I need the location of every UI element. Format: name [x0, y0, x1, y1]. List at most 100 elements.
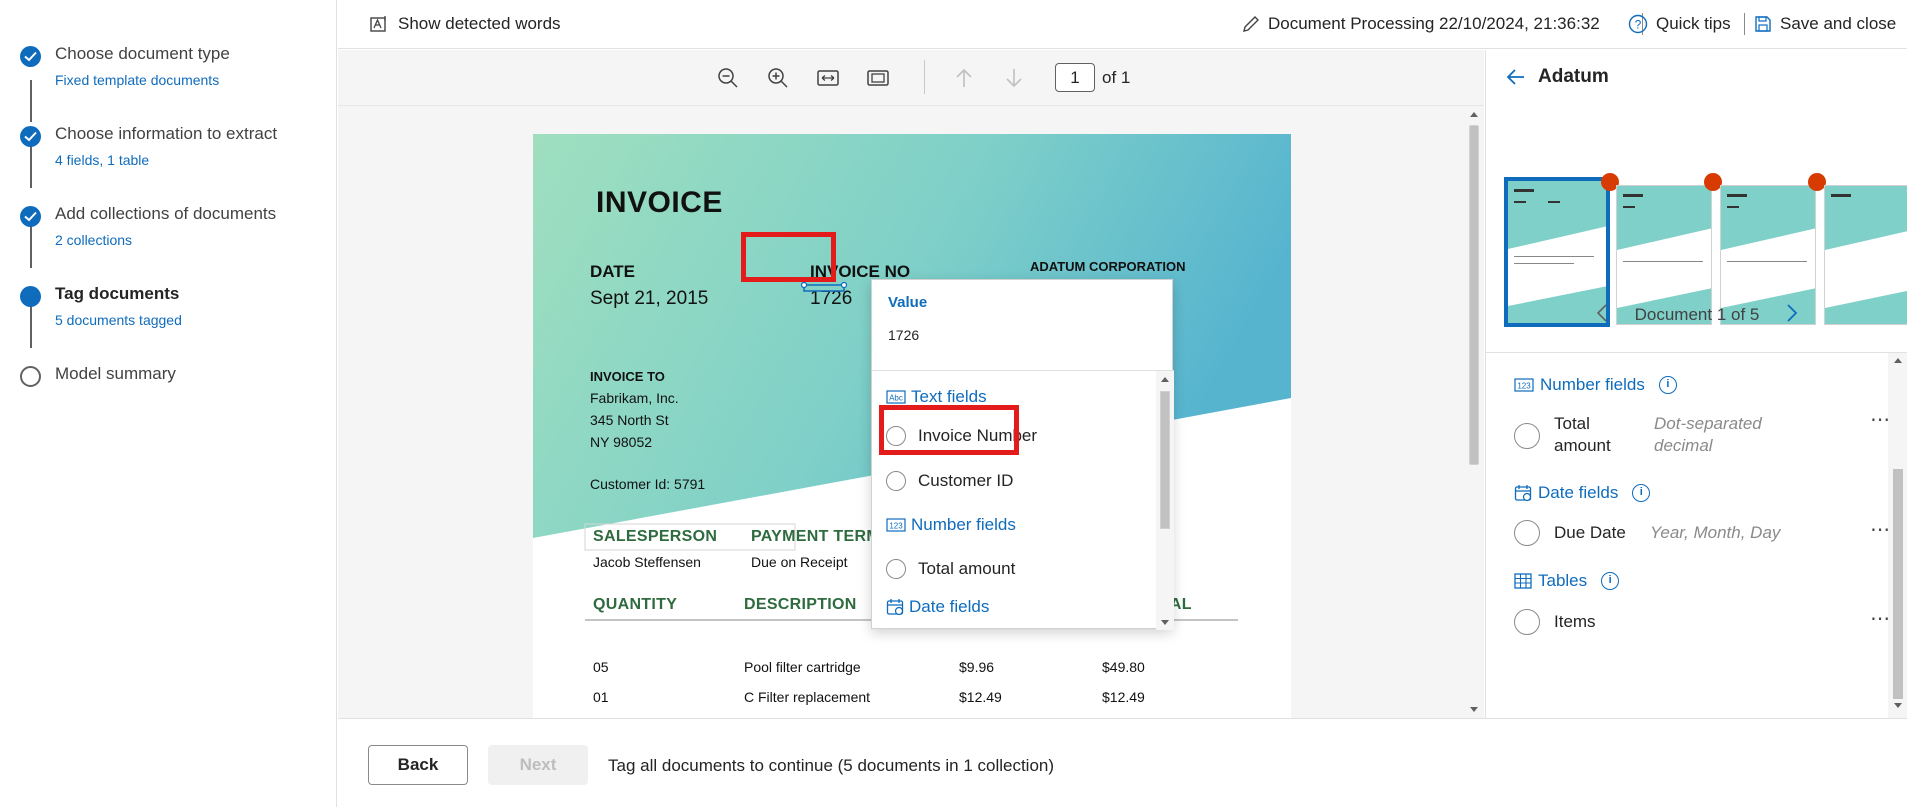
- scrollbar-thumb[interactable]: [1160, 391, 1170, 529]
- footer-bar: Back Next Tag all documents to continue …: [338, 718, 1907, 807]
- zoom-in-button[interactable]: [764, 64, 792, 92]
- info-icon[interactable]: i: [1601, 572, 1620, 590]
- next-button[interactable]: Next: [488, 745, 588, 785]
- arrow-down-icon: [1006, 69, 1022, 88]
- step-title: Tag documents: [55, 284, 180, 303]
- invoice-to-line: 345 North St: [590, 412, 669, 428]
- invoice-title: INVOICE: [596, 186, 723, 219]
- step-subtitle-link[interactable]: 2 collections: [55, 232, 132, 248]
- radio-button[interactable]: [886, 471, 906, 491]
- svg-text:123: 123: [889, 522, 903, 531]
- help-circle-icon: ?: [1628, 14, 1648, 34]
- zoom-out-button[interactable]: [714, 64, 742, 92]
- radio-button[interactable]: [1514, 609, 1540, 635]
- field-hint: Year, Month, Day: [1650, 523, 1781, 542]
- customer-id: Customer Id: 5791: [590, 476, 706, 492]
- quick-tips-label: Quick tips: [1656, 14, 1731, 33]
- fit-width-button[interactable]: [814, 64, 842, 92]
- back-arrow-icon[interactable]: [1506, 68, 1526, 86]
- step-subtitle-link[interactable]: 4 fields, 1 table: [55, 152, 149, 168]
- document-counter: Document 1 of 5: [1634, 305, 1760, 324]
- salesperson-header: SALESPERSON: [593, 528, 718, 545]
- step-subtitle-link[interactable]: 5 documents tagged: [55, 312, 182, 328]
- scroll-down-icon: [1470, 707, 1478, 712]
- info-icon[interactable]: i: [1632, 484, 1651, 502]
- line-item-price: $9.96: [959, 659, 995, 675]
- back-button[interactable]: Back: [368, 745, 468, 785]
- line-item-total: $49.80: [1102, 659, 1145, 675]
- collection-title: Adatum: [1538, 66, 1609, 87]
- viewer-scrollbar[interactable]: [1464, 107, 1484, 718]
- field-list-scrollbar[interactable]: [1888, 353, 1907, 718]
- date-value[interactable]: Sept 21, 2015: [590, 288, 708, 310]
- step-connector: [30, 226, 32, 268]
- date-fields-group: Date fields: [886, 597, 989, 617]
- popup-scrollbar[interactable]: [1156, 371, 1174, 630]
- invoice-number-highlight: [741, 232, 836, 282]
- check-icon: [20, 46, 41, 67]
- scroll-up-icon: [1470, 112, 1478, 117]
- scrollbar-thumb[interactable]: [1469, 125, 1479, 465]
- payment-term-value: Due on Receipt: [751, 554, 848, 570]
- calendar-icon: [886, 599, 904, 616]
- invoice-to-line: Fabrikam, Inc.: [590, 390, 679, 406]
- field-row-items[interactable]: Items ⋯: [1514, 602, 1890, 642]
- calendar-icon: [1514, 485, 1532, 502]
- value-label: Value: [888, 294, 928, 311]
- scroll-up-icon: [1894, 358, 1902, 363]
- field-row-due-date[interactable]: Due Date Year, Month, Day ⋯: [1514, 513, 1890, 553]
- radio-button[interactable]: [886, 559, 906, 579]
- quick-tips-button[interactable]: ? Quick tips: [1628, 14, 1731, 34]
- document-navigator: Document 1 of 5: [1486, 304, 1907, 325]
- scrollbar-thumb[interactable]: [1893, 469, 1903, 699]
- current-step-icon: [20, 286, 41, 307]
- save-and-close-button[interactable]: Save and close: [1754, 14, 1896, 34]
- document-title: Document Processing 22/10/2024, 21:36:32: [1268, 14, 1600, 33]
- step-connector: [30, 80, 32, 122]
- step-title: Choose document type: [55, 44, 230, 63]
- rename-document-button[interactable]: Document Processing 22/10/2024, 21:36:32: [1242, 14, 1600, 34]
- save-icon: [1755, 16, 1771, 32]
- line-item-total: $12.49: [1102, 689, 1145, 705]
- radio-button[interactable]: [1514, 423, 1540, 449]
- line-item-description: C Filter replacement: [744, 689, 871, 705]
- option-label: Total amount: [918, 559, 1016, 578]
- word-selection-handles[interactable]: [801, 282, 849, 296]
- document-thumbnail[interactable]: [1720, 185, 1816, 325]
- previous-page-button[interactable]: [950, 64, 978, 92]
- document-thumbnail[interactable]: [1824, 185, 1907, 325]
- group-label: Text fields: [911, 387, 987, 406]
- show-detected-words-label: Show detected words: [398, 14, 561, 33]
- line-item-quantity: 01: [593, 689, 609, 705]
- step-subtitle-link[interactable]: Fixed template documents: [55, 72, 219, 88]
- next-page-button[interactable]: [1000, 64, 1028, 92]
- text-fields-group: Abc Text fields: [886, 387, 987, 407]
- previous-document-button[interactable]: [1596, 303, 1608, 329]
- payment-term-header: PAYMENT TERM: [751, 528, 880, 545]
- chevron-right-icon: [1787, 304, 1798, 322]
- fit-page-button[interactable]: [864, 64, 892, 92]
- radio-button[interactable]: [1514, 520, 1540, 546]
- field-row-total-amount[interactable]: Total amount Dot-separated decimal ⋯: [1514, 409, 1890, 465]
- page-number-input[interactable]: 1: [1055, 63, 1095, 92]
- option-total-amount[interactable]: Total amount: [886, 559, 1015, 579]
- number-field-icon: 123: [1514, 378, 1534, 392]
- document-thumbnail[interactable]: [1616, 185, 1712, 325]
- date-fields-section: Date fields i: [1514, 483, 1651, 503]
- option-customer-id[interactable]: Customer ID: [886, 471, 1013, 491]
- scroll-down-icon: [1161, 620, 1169, 625]
- text-detect-icon: [370, 16, 386, 32]
- next-document-button[interactable]: [1786, 303, 1798, 329]
- number-field-icon: 123: [886, 518, 906, 532]
- line-item-quantity: 05: [593, 659, 609, 675]
- toolbar-divider: [1744, 13, 1745, 35]
- salesperson-value: Jacob Steffensen: [593, 554, 701, 570]
- info-icon[interactable]: i: [1658, 376, 1677, 394]
- show-detected-words-button[interactable]: Show detected words: [370, 14, 561, 34]
- viewer-toolbar: 1 of 1: [338, 50, 1484, 106]
- top-bar: Show detected words Document Processing …: [338, 0, 1907, 49]
- step-title: Choose information to extract: [55, 124, 278, 143]
- check-icon: [20, 206, 41, 227]
- number-fields-section: 123 Number fields i: [1514, 375, 1677, 395]
- quantity-header: QUANTITY: [593, 596, 678, 613]
